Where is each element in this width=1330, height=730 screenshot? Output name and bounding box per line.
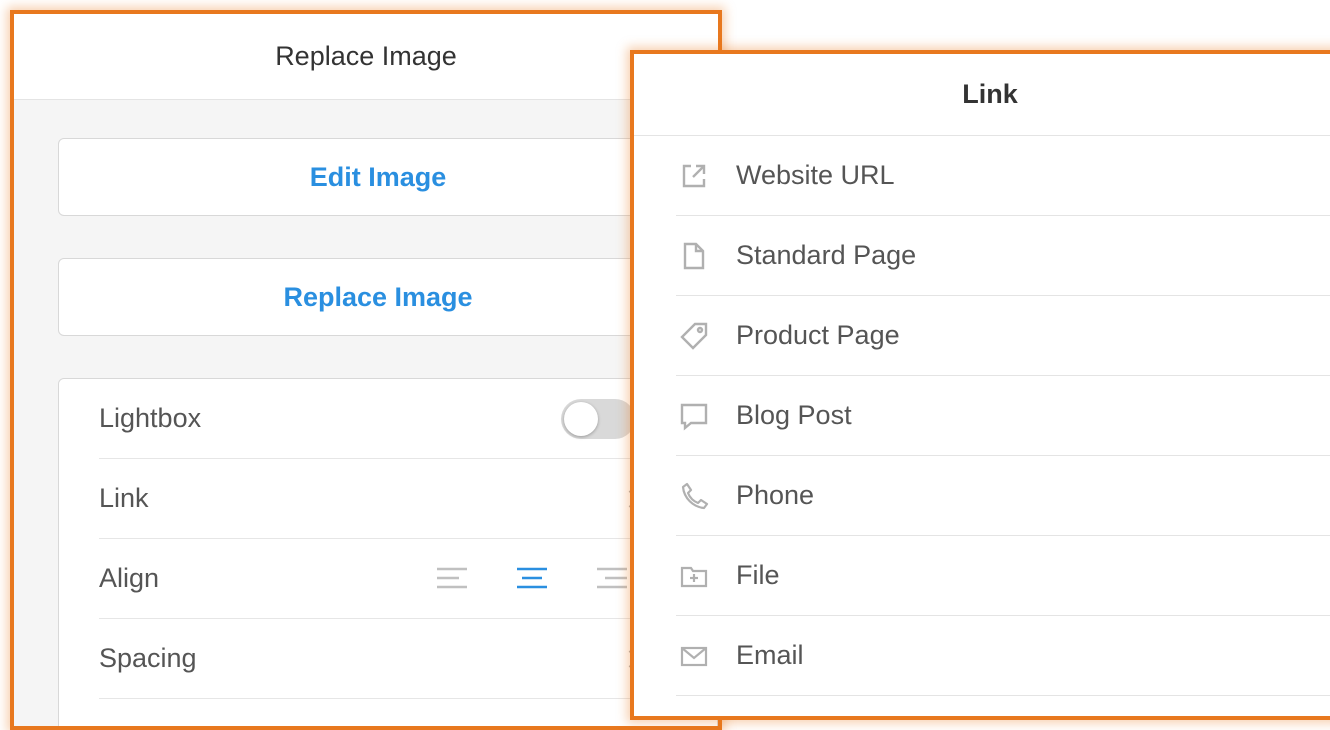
external-link-icon xyxy=(676,158,712,194)
link-row[interactable]: Link xyxy=(99,459,699,539)
link-option-file[interactable]: File xyxy=(676,536,1330,616)
lightbox-row: Lightbox xyxy=(99,379,699,459)
image-settings-card: Lightbox Link Align Spacing xyxy=(58,378,718,726)
spacing-row[interactable]: Spacing xyxy=(99,619,699,699)
link-option-email[interactable]: Email xyxy=(676,616,1330,696)
replace-image-panel-title: Replace Image xyxy=(14,14,718,100)
align-row: Align xyxy=(99,539,699,619)
link-option-blog-post[interactable]: Blog Post xyxy=(676,376,1330,456)
link-option-label: Blog Post xyxy=(736,400,852,430)
link-option-label: Phone xyxy=(736,480,815,510)
link-option-standard-page[interactable]: Standard Page xyxy=(676,216,1330,296)
link-option-label: File xyxy=(736,560,780,590)
speech-bubble-icon xyxy=(676,398,712,434)
align-center-icon[interactable] xyxy=(515,561,549,595)
lightbox-toggle[interactable] xyxy=(561,399,635,439)
replace-image-button[interactable]: Replace Image xyxy=(58,258,698,336)
spacing-label: Spacing xyxy=(99,643,197,673)
lightbox-label: Lightbox xyxy=(99,403,202,433)
phone-icon xyxy=(676,478,712,514)
align-label: Align xyxy=(99,563,160,593)
folder-icon xyxy=(676,558,712,594)
align-right-icon[interactable] xyxy=(595,561,629,595)
link-label: Link xyxy=(99,483,149,513)
page-icon xyxy=(676,238,712,274)
envelope-icon xyxy=(676,638,712,674)
link-option-label: Website URL xyxy=(736,160,895,190)
link-option-website-url[interactable]: Website URL xyxy=(676,136,1330,216)
align-left-icon[interactable] xyxy=(435,561,469,595)
link-option-label: Standard Page xyxy=(736,240,917,270)
link-option-phone[interactable]: Phone xyxy=(676,456,1330,536)
link-option-label: Product Page xyxy=(736,320,900,350)
tag-icon xyxy=(676,318,712,354)
replace-image-panel: Replace Image Edit Image Replace Image L… xyxy=(10,10,722,730)
link-panel: Link Website URL Standard Page Product P… xyxy=(630,50,1330,720)
link-panel-title: Link xyxy=(634,54,1330,136)
edit-image-button[interactable]: Edit Image xyxy=(58,138,698,216)
link-option-label: Email xyxy=(736,640,804,670)
link-type-list: Website URL Standard Page Product Page B… xyxy=(676,136,1330,696)
toggle-knob xyxy=(564,402,598,436)
link-option-product-page[interactable]: Product Page xyxy=(676,296,1330,376)
